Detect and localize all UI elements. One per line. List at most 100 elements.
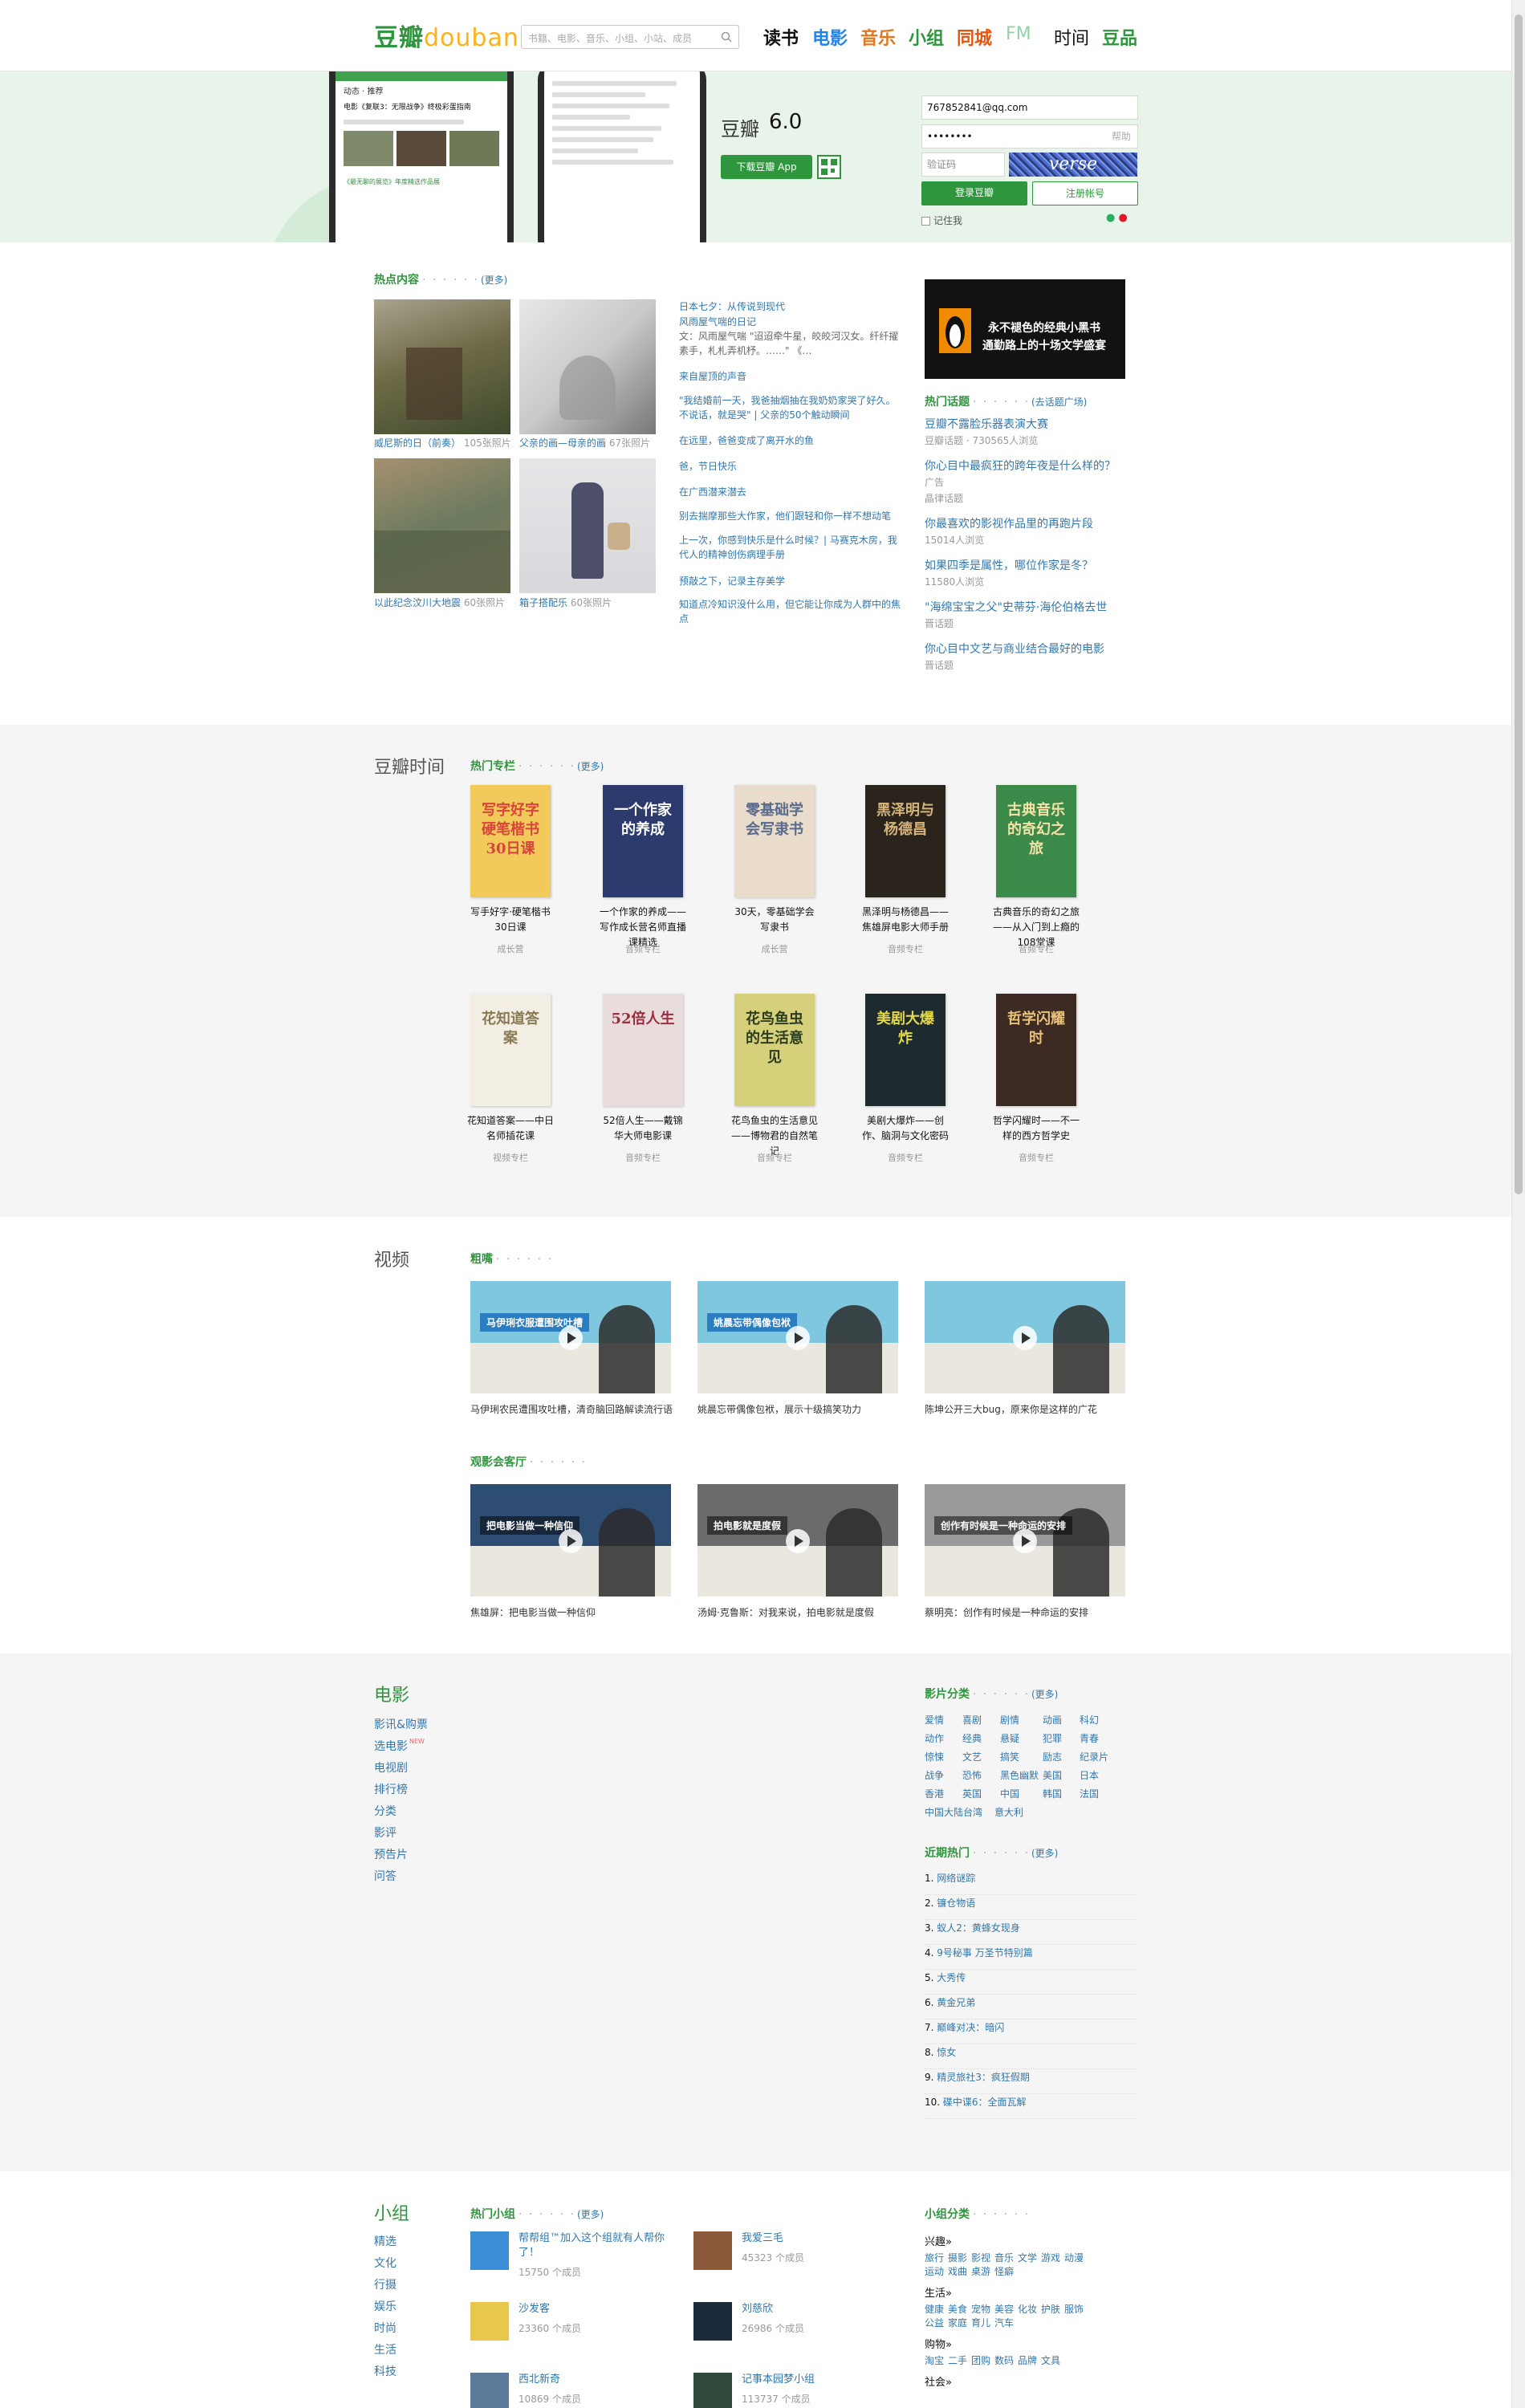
book-cover[interactable]: 古典音乐的奇幻之旅 (996, 785, 1076, 897)
hot-link-7[interactable]: 在广西潜来潜去 (679, 485, 904, 499)
group-category-link[interactable]: 团购 (971, 2353, 990, 2367)
hot-link-5[interactable]: 在远里，爸爸变成了离开水的鱼 (679, 433, 904, 448)
topic-6[interactable]: 你心目中文艺与商业结合最好的电影 (925, 641, 1104, 657)
topic-2[interactable]: 你心目中最疯狂的跨年夜是什么样的？ (925, 458, 1116, 474)
book-title[interactable]: 30天，零基础学会写隶书 (730, 905, 819, 935)
group-avatar[interactable] (470, 2373, 509, 2408)
play-icon[interactable] (1013, 1326, 1037, 1350)
group-category-link[interactable]: 健康 (925, 2302, 944, 2316)
hot-photo-2[interactable] (519, 299, 656, 434)
book-title[interactable]: 美剧大爆炸——创作、脑洞与文化密码 (861, 1113, 950, 1144)
captcha-image[interactable]: verse (1009, 153, 1137, 177)
douban-logo[interactable]: 豆瓣douban (374, 18, 519, 53)
group-category-link[interactable]: 化妆 (1018, 2302, 1037, 2316)
book-cover[interactable]: 花知道答案 (470, 994, 551, 1106)
ad-banner[interactable]: 永不褪色的经典小黑书 通勤路上的十场文学盛宴 (925, 279, 1125, 379)
scrollbar-thumb[interactable] (1515, 14, 1523, 1194)
book-cover[interactable]: 美剧大爆炸 (865, 994, 946, 1106)
movie-nav-item[interactable]: 问答 (374, 1868, 396, 1884)
play-icon[interactable] (786, 1326, 810, 1350)
video-thumbnail[interactable]: 创作有时候是一种命运的安排 (925, 1484, 1125, 1597)
group-category-link[interactable]: 淘宝 (925, 2353, 944, 2367)
book-cover[interactable]: 黑泽明与杨德昌 (865, 785, 946, 897)
book-title[interactable]: 52倍人生——戴锦华大师电影课 (599, 1113, 687, 1144)
hot-caption-1[interactable]: 威尼斯的日（前奏） 105张照片 (374, 436, 511, 449)
movie-nav-item[interactable]: 影讯&购票 (374, 1716, 428, 1732)
group-name[interactable]: 西北新奇 (518, 2373, 679, 2387)
genre-link[interactable]: 中国大陆台湾 (925, 1805, 982, 1819)
play-icon[interactable] (786, 1529, 810, 1553)
remember-me[interactable]: 记住我 (921, 214, 962, 227)
movie-nav-item[interactable]: 选电影 NEW (374, 1738, 425, 1754)
group-category-title[interactable]: 兴趣» (925, 2233, 952, 2248)
group-category-link[interactable]: 美食 (948, 2302, 967, 2316)
genre-link[interactable]: 惊悚 (925, 1750, 944, 1763)
nav-local[interactable]: 同城 (957, 24, 992, 50)
video-caption[interactable]: 蔡明亮：创作有时候是一种命运的安排 (925, 1605, 1135, 1621)
genre-link[interactable]: 英国 (962, 1787, 982, 1800)
page-scrollbar[interactable] (1511, 0, 1525, 2408)
group-name[interactable]: 沙发客 (518, 2302, 679, 2316)
group-nav-item[interactable]: 时尚 (374, 2320, 396, 2336)
video-thumbnail[interactable]: 把电影当做一种信仰 (470, 1484, 671, 1597)
movie-nav-item[interactable]: 预告片 (374, 1846, 408, 1862)
book-cover[interactable]: 一个作家的养成 (603, 785, 683, 897)
group-category-link[interactable]: 旅行 (925, 2251, 944, 2264)
book-cover[interactable]: 写字好字 硬笔楷书 30日课 (470, 785, 551, 897)
login-button[interactable]: 登录豆瓣 (921, 181, 1027, 205)
columns-more-link[interactable]: (更多) (577, 761, 604, 772)
hot-link-9[interactable]: 上一次，你感到快乐是什么时候？| 马赛克木房，我代人的精神创伤病理手册 (679, 533, 904, 562)
download-app-button[interactable]: 下载豆瓣 App (721, 155, 812, 179)
genre-link[interactable]: 经典 (962, 1731, 982, 1745)
hot-caption-3[interactable]: 以此纪念汶川大地震 60张照片 (374, 596, 505, 609)
nav-fm[interactable]: FM (1006, 24, 1031, 44)
group-category-link[interactable]: 汽车 (994, 2316, 1014, 2329)
topics-more-link[interactable]: (去话题广场) (1031, 397, 1087, 408)
group-category-link[interactable]: 音乐 (994, 2251, 1014, 2264)
group-category-link[interactable]: 护肤 (1041, 2302, 1060, 2316)
group-category-link[interactable]: 服饰 (1064, 2302, 1084, 2316)
hot-link-4[interactable]: "我结婚前一天，我爸抽烟抽在我奶奶家哭了好久。不说话，就是哭" | 父亲的50个… (679, 393, 904, 422)
genre-link[interactable]: 黑色幽默 (1000, 1768, 1039, 1782)
group-category-link[interactable]: 二手 (948, 2353, 967, 2367)
group-category-link[interactable]: 宠物 (971, 2302, 990, 2316)
video-thumbnail[interactable]: 姚晨忘带偶像包袱 (697, 1281, 898, 1393)
recent-link[interactable]: 黄金兄弟 (937, 1997, 975, 2008)
genre-link[interactable]: 爱情 (925, 1713, 944, 1727)
book-title[interactable]: 黑泽明与杨德昌——焦雄屏电影大师手册 (861, 905, 950, 935)
genre-link[interactable]: 日本 (1080, 1768, 1099, 1782)
group-category-link[interactable]: 游戏 (1041, 2251, 1060, 2264)
group-category-link[interactable]: 运动 (925, 2264, 944, 2278)
email-field[interactable]: 767852841@qq.com (921, 96, 1138, 120)
video-caption[interactable]: 焦雄屏：把电影当做一种信仰 (470, 1605, 681, 1621)
nav-time[interactable]: 时间 (1054, 24, 1089, 50)
nav-movie[interactable]: 电影 (812, 24, 848, 50)
hot-photo-1[interactable] (374, 299, 510, 434)
video-thumbnail[interactable]: 马伊琍衣服遭围攻吐槽 (470, 1281, 671, 1393)
video-thumbnail[interactable]: 拍电影就是度假 (697, 1484, 898, 1597)
remember-checkbox[interactable] (921, 217, 930, 226)
genre-link[interactable]: 动作 (925, 1731, 944, 1745)
video-caption[interactable]: 马伊琍农民遭围攻吐槽，清奇脑回路解读流行语 (470, 1401, 681, 1418)
hot-link-2[interactable]: 风雨屋气喘的日记 (679, 315, 904, 329)
hot-link-6[interactable]: 爸，节日快乐 (679, 459, 904, 474)
genre-link[interactable]: 韩国 (1043, 1787, 1062, 1800)
video-caption[interactable]: 陈坤公开三大bug，原来你是这样的广花 (925, 1401, 1135, 1418)
recent-item[interactable]: 6. 黄金兄弟 (925, 1995, 1138, 2020)
video-caption[interactable]: 汤姆·克鲁斯：对我来说，拍电影就是度假 (697, 1605, 908, 1621)
topic-3[interactable]: 你最喜欢的影视作品里的再跑片段 (925, 515, 1093, 531)
genre-link[interactable]: 悬疑 (1000, 1731, 1019, 1745)
play-icon[interactable] (559, 1326, 583, 1350)
group-name[interactable]: 记事本园梦小组 (742, 2373, 886, 2387)
hot-link-10[interactable]: 预敲之下，记录主存美学 (679, 574, 904, 588)
group-avatar[interactable] (470, 2231, 509, 2270)
group-name[interactable]: 我爱三毛 (742, 2231, 886, 2246)
nav-music[interactable]: 音乐 (860, 24, 896, 50)
recent-link[interactable]: 蚁人2：黄蜂女现身 (937, 1922, 1020, 1934)
movie-nav-item[interactable]: 电视剧 (374, 1759, 408, 1775)
captcha-field[interactable]: 验证码 (921, 153, 1005, 177)
genre-link[interactable]: 犯罪 (1043, 1731, 1062, 1745)
recent-link[interactable]: 镰仓物语 (937, 1898, 975, 1909)
group-category-link[interactable]: 公益 (925, 2316, 944, 2329)
genre-link[interactable]: 文艺 (962, 1750, 982, 1763)
